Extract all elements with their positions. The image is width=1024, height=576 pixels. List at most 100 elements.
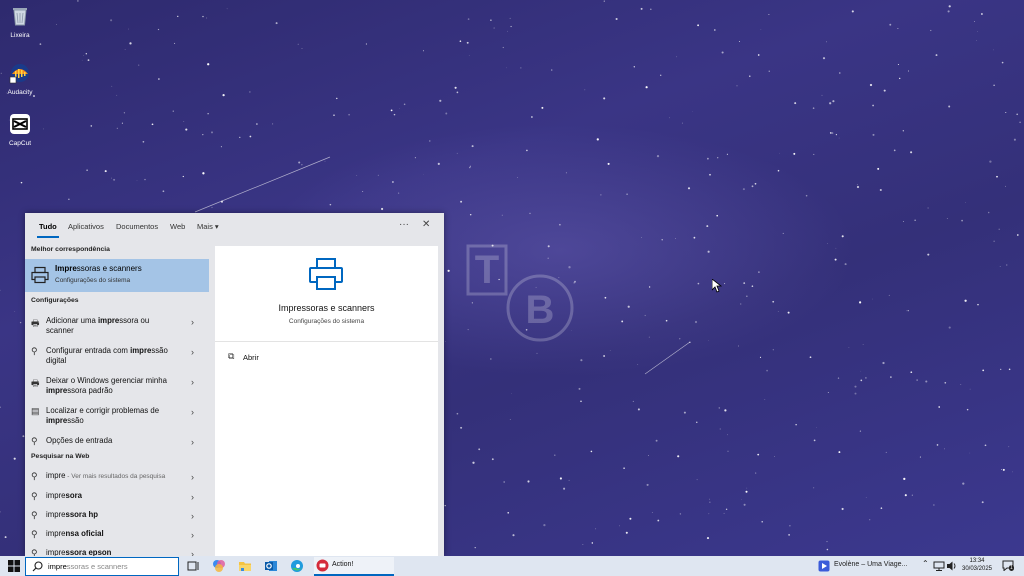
- taskbar-search-input[interactable]: impressoras e scanners: [25, 557, 179, 576]
- star: [869, 519, 871, 521]
- chevron-right-icon: ›: [191, 347, 194, 357]
- star: [527, 480, 530, 483]
- edge-icon[interactable]: [290, 559, 304, 573]
- settings-item-input-options[interactable]: ⚲ Opções de entrada ›: [25, 434, 209, 450]
- star: [113, 178, 116, 181]
- star: [976, 39, 978, 41]
- desktop-icon-capcut[interactable]: CapCut: [0, 113, 40, 147]
- windows-start-icon[interactable]: [7, 559, 21, 573]
- task-view-icon[interactable]: [186, 559, 200, 573]
- star: [965, 202, 966, 203]
- web-result-item[interactable]: ⚲ impressora epson ›: [25, 546, 209, 556]
- web-result-item[interactable]: ⚲ impresora ›: [25, 489, 209, 507]
- file-explorer-icon[interactable]: [238, 559, 252, 573]
- star: [333, 114, 335, 116]
- network-icon[interactable]: [933, 560, 945, 572]
- star: [757, 453, 760, 456]
- media-player-icon[interactable]: [818, 560, 830, 572]
- settings-item-digital-ink[interactable]: ⚲ Configurar entrada com impressão digita…: [25, 344, 209, 372]
- star: [87, 59, 90, 61]
- more-options-icon[interactable]: ···: [399, 219, 409, 230]
- settings-item-label: Deixar o Windows gerenciar minha impresso…: [46, 376, 167, 395]
- chevron-right-icon: ›: [191, 530, 194, 540]
- star: [683, 411, 686, 414]
- volume-icon[interactable]: [946, 560, 958, 572]
- star: [675, 238, 676, 239]
- chevron-right-icon: ›: [191, 472, 194, 482]
- chevron-right-icon: ›: [191, 492, 194, 502]
- star: [469, 166, 471, 169]
- outlook-icon[interactable]: [264, 559, 278, 573]
- star: [365, 43, 367, 45]
- star: [1001, 469, 1003, 471]
- star: [772, 349, 774, 351]
- desktop-icon-recycle-bin[interactable]: Lixeira: [0, 5, 40, 39]
- star: [826, 541, 828, 543]
- star: [851, 10, 854, 13]
- star: [677, 455, 680, 458]
- star: [838, 451, 841, 454]
- system-clock[interactable]: 13:34 30/03/2025: [958, 557, 996, 573]
- star: [568, 479, 570, 481]
- star: [469, 213, 472, 216]
- star: [1016, 113, 1019, 116]
- chevron-up-icon[interactable]: ⌃: [922, 559, 929, 568]
- tab-documents[interactable]: Documentos: [116, 222, 158, 231]
- printer-icon: [309, 258, 343, 290]
- taskbar-app-action[interactable]: Action!: [314, 557, 394, 576]
- star: [177, 15, 179, 17]
- star: [872, 104, 875, 107]
- star: [121, 122, 123, 124]
- star: [0, 406, 1, 408]
- star: [899, 77, 901, 80]
- star: [880, 507, 883, 509]
- star: [615, 17, 618, 21]
- star: [764, 399, 766, 400]
- star: [456, 412, 459, 415]
- notifications-button[interactable]: 1: [1002, 560, 1016, 572]
- star: [794, 102, 797, 105]
- tab-more[interactable]: Mais ▾: [197, 222, 219, 231]
- settings-item-add-printer[interactable]: 🖶 Adicionar uma impressora ou scanner ›: [25, 314, 209, 342]
- star: [777, 169, 780, 172]
- star: [0, 511, 1, 513]
- star: [679, 338, 681, 340]
- best-match-item[interactable]: Impressoras e scanners Configurações do …: [25, 259, 209, 292]
- star: [708, 513, 710, 515]
- star: [782, 232, 784, 234]
- star: [650, 8, 652, 10]
- star: [1016, 234, 1019, 236]
- star: [509, 17, 511, 19]
- copilot-icon[interactable]: [212, 559, 226, 573]
- star: [43, 128, 45, 130]
- star: [910, 151, 913, 154]
- star: [816, 427, 817, 428]
- tab-apps[interactable]: Aplicativos: [68, 222, 104, 231]
- tab-all[interactable]: Tudo: [37, 222, 59, 238]
- star: [766, 369, 768, 372]
- close-icon[interactable]: ✕: [422, 219, 430, 230]
- tab-web[interactable]: Web: [170, 222, 185, 231]
- open-action[interactable]: Abrir: [243, 353, 259, 362]
- settings-item-troubleshoot[interactable]: ▤ Localizar e corrigir problemas de impre…: [25, 404, 209, 432]
- settings-item-default-printer[interactable]: 🖶 Deixar o Windows gerenciar minha impres…: [25, 374, 209, 402]
- web-result-item[interactable]: ⚲ imprensa oficial ›: [25, 527, 209, 545]
- star: [116, 127, 118, 129]
- star: [877, 167, 880, 170]
- star: [761, 520, 763, 523]
- star: [865, 377, 867, 379]
- star: [655, 439, 658, 442]
- web-result-item[interactable]: ⚲ impre - Ver mais resultados da pesquis…: [25, 469, 209, 487]
- star: [301, 48, 303, 49]
- desktop-icon-audacity[interactable]: Audacity: [0, 62, 40, 96]
- star: [1005, 112, 1007, 113]
- star: [885, 451, 887, 453]
- star: [1008, 368, 1011, 371]
- star: [948, 105, 951, 108]
- section-web: Pesquisar na Web: [31, 453, 90, 460]
- star: [1008, 446, 1010, 448]
- printer-icon: 🖶: [31, 378, 40, 388]
- web-result-item[interactable]: ⚲ impressora hp ›: [25, 508, 209, 526]
- media-title[interactable]: Evolène – Uma Viage...: [834, 561, 907, 568]
- star: [865, 496, 867, 498]
